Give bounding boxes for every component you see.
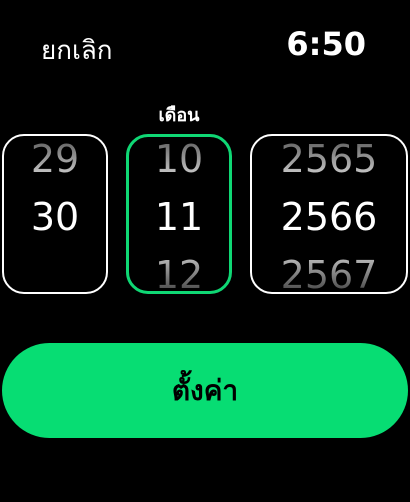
day-prev: 29: [4, 136, 106, 182]
year-picker[interactable]: 2565 2566 2567: [250, 134, 408, 294]
month-next: 12: [129, 252, 229, 291]
cancel-button[interactable]: ยกเลิก: [41, 30, 113, 71]
month-column-label: เดือน: [158, 105, 200, 126]
year-prev: 2565: [252, 136, 406, 182]
month-picker[interactable]: 10 11 12: [126, 134, 232, 294]
year-selected: 2566: [280, 195, 378, 239]
day-picker[interactable]: 29 30: [2, 134, 108, 294]
set-button[interactable]: ตั้งค่า: [2, 343, 408, 438]
day-selected: 30: [30, 195, 80, 239]
clock-time: 6:50: [286, 25, 366, 63]
year-next: 2567: [252, 252, 406, 292]
month-selected: 11: [154, 195, 204, 239]
month-prev: 10: [129, 137, 229, 182]
